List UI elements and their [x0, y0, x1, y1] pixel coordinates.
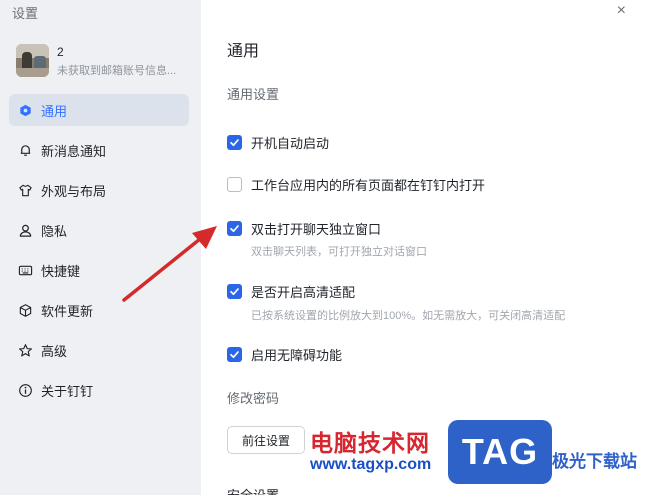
sidebar-item-label: 通用: [41, 103, 68, 119]
keyboard-icon: [17, 262, 33, 278]
profile[interactable]: 2 未获取到邮箱账号信息...: [16, 44, 196, 78]
checkbox-checked-icon[interactable]: [227, 284, 242, 299]
profile-name: 2: [57, 45, 64, 59]
option-label: 工作台应用内的所有页面都在钉钉内打开: [251, 178, 486, 193]
checkbox-checked-icon[interactable]: [227, 347, 242, 362]
cube-icon: [17, 302, 33, 318]
checkbox-unchecked-icon[interactable]: [227, 177, 242, 192]
sidebar-item-label: 外观与布局: [41, 183, 107, 199]
sidebar-item-label: 关于钉钉: [41, 383, 94, 399]
sidebar-item-notifications[interactable]: 新消息通知: [9, 134, 189, 166]
bell-icon: [17, 142, 33, 158]
annotation-arrow-icon: [122, 226, 217, 302]
section-general-settings: 通用设置: [227, 87, 280, 102]
checkbox-checked-icon[interactable]: [227, 135, 242, 150]
sidebar-item-label: 新消息通知: [41, 143, 107, 159]
section-change-password: 修改密码: [227, 391, 280, 406]
goto-settings-button[interactable]: 前往设置: [227, 426, 305, 454]
section-security-settings: 安全设置: [227, 485, 279, 495]
option-open-in-dingtalk[interactable]: 工作台应用内的所有页面都在钉钉内打开: [227, 175, 485, 194]
star-icon: [17, 342, 33, 358]
option-auto-start[interactable]: 开机自动启动: [227, 133, 329, 152]
watermark-tag-logo: TAG: [448, 420, 552, 484]
option-hd-adapt[interactable]: 是否开启高清适配: [227, 282, 355, 301]
checkbox-checked-icon[interactable]: [227, 221, 242, 236]
sidebar-item-label: 快捷键: [41, 263, 81, 279]
watermark-text: 电脑技术网: [310, 430, 430, 456]
shirt-icon: [17, 182, 33, 198]
hexagon-icon: [17, 102, 33, 118]
page-title: 通用: [227, 43, 260, 60]
watermark-site: 极光下载站: [552, 452, 637, 471]
info-icon: [17, 382, 33, 398]
option-label: 启用无障碍功能: [251, 348, 343, 363]
sidebar-item-advanced[interactable]: 高级: [9, 334, 189, 366]
close-icon[interactable]: ×: [617, 2, 626, 20]
sidebar-item-appearance[interactable]: 外观与布局: [9, 174, 189, 206]
option-label: 是否开启高清适配: [251, 285, 356, 300]
sidebar-item-about[interactable]: 关于钉钉: [9, 374, 189, 406]
option-double-click-chat[interactable]: 双击打开聊天独立窗口: [227, 219, 381, 238]
settings-panel: × 通用 通用设置 开机自动启动 工作台应用内的所有页面都在钉钉内打开 双击打开…: [201, 0, 654, 495]
option-label: 双击打开聊天独立窗口: [251, 222, 382, 237]
window-title: 设置: [12, 6, 39, 21]
sidebar-item-label: 高级: [41, 343, 68, 359]
watermark-url: www.tagxp.com: [310, 456, 432, 473]
sidebar-item-label: 软件更新: [41, 303, 94, 319]
option-description: 已按系统设置的比例放大到100%。如无需放大，可关闭高清适配: [251, 310, 566, 322]
person-icon: [17, 222, 33, 238]
option-accessibility[interactable]: 启用无障碍功能: [227, 345, 342, 364]
sidebar-item-label: 隐私: [41, 223, 68, 239]
option-label: 开机自动启动: [251, 136, 330, 151]
avatar[interactable]: [16, 44, 49, 77]
profile-status: 未获取到邮箱账号信息...: [57, 65, 177, 77]
option-description: 双击聊天列表，可打开独立对话窗口: [251, 246, 427, 258]
sidebar-item-general[interactable]: 通用: [9, 94, 189, 126]
